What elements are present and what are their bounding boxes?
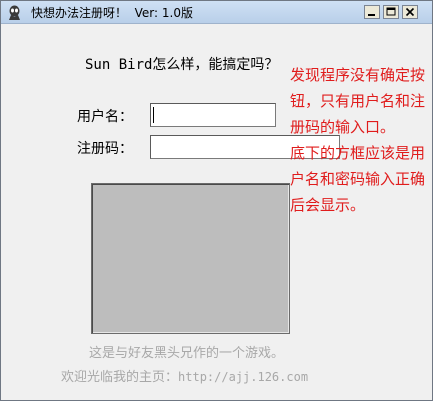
client-area: Sun Bird怎么样，能搞定吗？ 用户名： 注册码： 发现程序没有确定按钮，只… [1, 24, 432, 400]
window-title: 快想办法注册呀！ Ver: 1.0版 [31, 6, 193, 20]
minimize-icon [368, 14, 375, 16]
footer-homepage: 欢迎光临我的主页：http://ajj.126.com [61, 366, 308, 385]
text-caret [153, 107, 154, 123]
homepage-link[interactable]: http://ajj.126.com [178, 370, 308, 384]
username-label: 用户名： [77, 109, 133, 125]
app-window: 快想办法注册呀！ Ver: 1.0版 Sun Bird怎么样，能搞定吗？ 用户名… [0, 0, 433, 401]
maximize-icon [386, 7, 396, 16]
close-icon [405, 7, 415, 17]
app-icon[interactable] [6, 4, 23, 21]
regcode-label: 注册码： [77, 141, 133, 157]
annotation-line-2: 底下的方框应该是用户名和密码输入正确后会显示。 [290, 144, 426, 214]
question-text: Sun Bird怎么样，能搞定吗？ [85, 57, 279, 73]
result-display-box [91, 183, 290, 334]
title-bar[interactable]: 快想办法注册呀！ Ver: 1.0版 [1, 1, 432, 24]
annotation-note: 发现程序没有确定按钮，只有用户名和注册码的输入口。 底下的方框应该是用户名和密码… [290, 62, 432, 218]
homepage-prefix: 欢迎光临我的主页： [61, 370, 179, 385]
maximize-button[interactable] [383, 5, 399, 19]
username-input[interactable] [150, 103, 276, 127]
footer-credit: 这是与好友黑头兄作的一个游戏。 [89, 346, 285, 361]
annotation-line-1: 发现程序没有确定按钮，只有用户名和注册码的输入口。 [290, 66, 426, 136]
minimize-button[interactable] [364, 5, 380, 19]
close-button[interactable] [402, 5, 418, 19]
